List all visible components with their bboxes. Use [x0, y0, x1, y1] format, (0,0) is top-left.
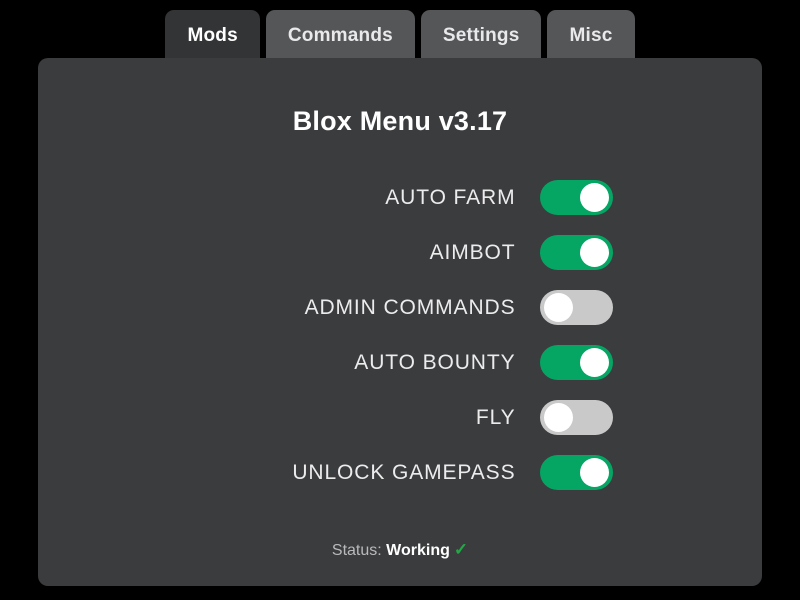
- tab-misc[interactable]: Misc: [547, 10, 635, 62]
- tab-mods[interactable]: Mods: [165, 10, 260, 62]
- toggle-knob: [543, 403, 573, 432]
- status-value: Working: [386, 542, 450, 559]
- tab-label: Misc: [569, 25, 613, 46]
- tab-label: Mods: [187, 25, 238, 46]
- toggle-knob: [579, 458, 609, 487]
- toggle-knob: [579, 348, 609, 377]
- toggle-row: AIMBOT: [38, 225, 762, 280]
- status-label: Status:: [331, 542, 382, 559]
- toggle-row: FLY: [38, 390, 762, 445]
- app-root: Mods Commands Settings Misc Blox Menu v3.17…: [0, 0, 800, 600]
- status-bar: Status: Working ✓: [38, 540, 762, 560]
- toggle-knob: [579, 183, 609, 212]
- toggle-label: AIMBOT: [429, 240, 516, 264]
- toggle-label: AUTO BOUNTY: [354, 350, 516, 374]
- toggle-label: FLY: [475, 405, 516, 429]
- toggle-switch-unlock-gamepass[interactable]: [539, 455, 613, 490]
- toggle-list: AUTO FARM AIMBOT ADMIN COMMANDS AUTO BOUNTY…: [38, 170, 762, 500]
- toggle-row: AUTO BOUNTY: [38, 335, 762, 390]
- toggle-row: UNLOCK GAMEPASS: [38, 445, 762, 500]
- toggle-row: ADMIN COMMANDS: [38, 280, 762, 335]
- toggle-switch-aimbot[interactable]: [539, 235, 613, 270]
- tab-bar: Mods Commands Settings Misc: [0, 10, 800, 62]
- check-icon: ✓: [453, 540, 469, 559]
- toggle-label: ADMIN COMMANDS: [304, 295, 516, 319]
- toggle-switch-fly[interactable]: [539, 400, 613, 435]
- toggle-knob: [579, 238, 609, 267]
- toggle-row: AUTO FARM: [38, 170, 762, 225]
- tab-label: Settings: [442, 25, 520, 46]
- toggle-label: AUTO FARM: [385, 185, 516, 209]
- toggle-switch-auto-bounty[interactable]: [539, 345, 613, 380]
- toggle-switch-admin-commands[interactable]: [539, 290, 613, 325]
- toggle-switch-auto-farm[interactable]: [539, 180, 613, 215]
- tab-settings[interactable]: Settings: [420, 10, 542, 62]
- mods-panel: Blox Menu v3.17 AUTO FARM AIMBOT ADMIN COM…: [38, 58, 762, 586]
- toggle-label: UNLOCK GAMEPASS: [292, 460, 516, 484]
- tab-label: Commands: [287, 25, 393, 46]
- tab-commands[interactable]: Commands: [265, 10, 415, 62]
- toggle-knob: [543, 293, 573, 322]
- page-title: Blox Menu v3.17: [292, 106, 508, 136]
